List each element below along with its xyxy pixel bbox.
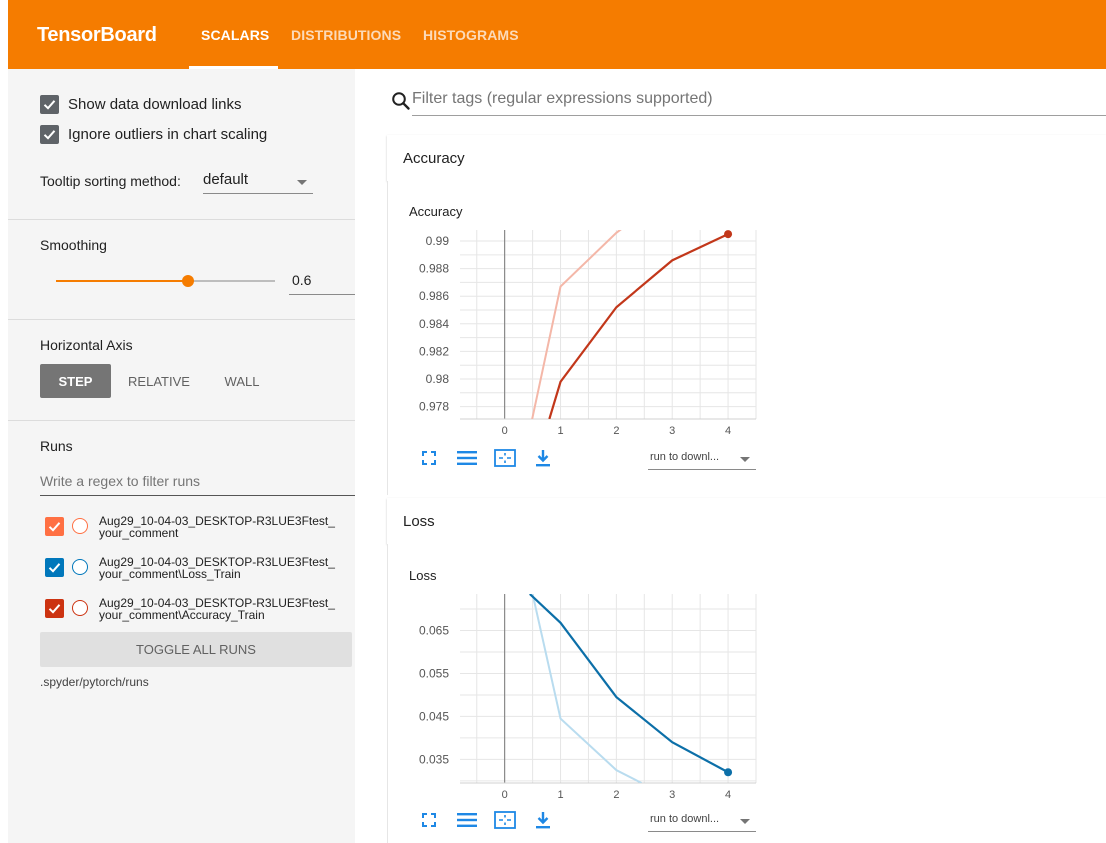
- run-download-select[interactable]: run to downl...: [648, 810, 756, 832]
- download-icon[interactable]: [530, 447, 556, 469]
- raw-series-line: [531, 230, 622, 419]
- run-label-line: your_comment\Loss_Train: [99, 567, 241, 581]
- raw-series-line: [531, 594, 642, 783]
- run-label-line: your_comment\Accuracy_Train: [99, 608, 265, 622]
- x-tick-label: 2: [613, 425, 619, 437]
- smoothing-slider-track[interactable]: [188, 280, 275, 282]
- run-download-select-value: run to downl...: [650, 813, 720, 825]
- data-table-icon[interactable]: [454, 809, 480, 831]
- app-title: TensorBoard: [37, 24, 157, 46]
- data-table-icon[interactable]: [454, 447, 480, 469]
- chart-title-accuracy: Accuracy: [409, 204, 463, 219]
- x-tick-label: 4: [725, 789, 731, 801]
- x-tick-label: 2: [613, 789, 619, 801]
- run-label: Aug29_10-04-03_DESKTOP-R3LUE3Ftest_ your…: [99, 556, 369, 580]
- fit-domain-icon[interactable]: [492, 809, 518, 831]
- checkbox-checked-icon[interactable]: [40, 95, 59, 114]
- last-point-marker: [724, 230, 733, 239]
- y-tick-label: 0.986: [419, 289, 449, 303]
- card-header-loss[interactable]: Loss: [387, 498, 1106, 544]
- runs-filter-input[interactable]: Write a regex to filter runs: [40, 467, 355, 496]
- smoothed-series-line: [529, 594, 729, 774]
- fit-domain-icon[interactable]: [492, 447, 518, 469]
- tab-scalars[interactable]: SCALARS: [201, 27, 269, 43]
- y-tick-label: 0.984: [419, 317, 449, 331]
- run-color-picker[interactable]: [72, 559, 88, 575]
- x-tick-label: 1: [557, 789, 563, 801]
- y-tick-label: 0.035: [419, 752, 449, 766]
- run-checkbox[interactable]: [45, 558, 64, 577]
- run-checkbox[interactable]: [45, 599, 64, 618]
- y-tick-label: 0.98: [426, 372, 450, 386]
- top-app-bar: TensorBoard SCALARS DISTRIBUTIONS HISTOG…: [8, 0, 1106, 69]
- search-icon: [391, 91, 411, 116]
- run-download-select[interactable]: run to downl...: [648, 448, 756, 470]
- y-tick-label: 0.988: [419, 262, 449, 276]
- chart-toolbar: [416, 447, 568, 469]
- run-label: Aug29_10-04-03_DESKTOP-R3LUE3Ftest_ your…: [99, 597, 369, 621]
- toggle-all-runs-button[interactable]: TOGGLE ALL RUNS: [40, 632, 352, 667]
- y-tick-label: 0.065: [419, 624, 449, 638]
- dropdown-caret-icon: [740, 457, 750, 462]
- y-tick-label: 0.055: [419, 666, 449, 680]
- show-download-links-option[interactable]: Show data download links: [40, 95, 241, 114]
- last-point-marker: [724, 768, 733, 777]
- loss-chart[interactable]: 0.065 0.055 0.045 0.035 0 1 2 3 4: [400, 590, 762, 808]
- tab-distributions[interactable]: DISTRIBUTIONS: [291, 27, 401, 43]
- run-item[interactable]: Aug29_10-04-03_DESKTOP-R3LUE3Ftest_ your…: [45, 556, 369, 580]
- ignore-outliers-option[interactable]: Ignore outliers in chart scaling: [40, 125, 267, 144]
- filter-tags-input[interactable]: Filter tags (regular expressions support…: [412, 90, 1106, 116]
- chart-toolbar: [416, 809, 568, 831]
- x-tick-label: 3: [669, 789, 675, 801]
- sidebar: Show data download links Ignore outliers…: [8, 69, 355, 843]
- divider: [8, 319, 355, 320]
- run-color-picker[interactable]: [72, 600, 88, 616]
- download-icon[interactable]: [530, 809, 556, 831]
- run-color-picker[interactable]: [72, 518, 88, 534]
- tab-histograms[interactable]: HISTOGRAMS: [423, 27, 519, 43]
- smoothing-value-input[interactable]: 0.6: [289, 265, 355, 295]
- tooltip-sorting-label: Tooltip sorting method:: [40, 173, 181, 189]
- y-tick-label: 0.99: [426, 234, 450, 248]
- x-tick-label: 0: [502, 789, 508, 801]
- y-tick-label: 0.045: [419, 709, 449, 723]
- smoothing-slider-handle[interactable]: [182, 275, 194, 287]
- chart-title-loss: Loss: [409, 568, 437, 583]
- fullscreen-icon[interactable]: [416, 809, 442, 831]
- tooltip-sorting-value: default: [203, 171, 249, 188]
- runs-path: .spyder/pytorch/runs: [40, 675, 149, 689]
- divider: [8, 219, 355, 220]
- x-tick-label: 4: [725, 425, 731, 437]
- accuracy-chart[interactable]: 0.99 0.988 0.986 0.984 0.982 0.98 0.978 0 1 2 3 4: [400, 226, 762, 444]
- fullscreen-icon[interactable]: [416, 447, 442, 469]
- dropdown-caret-icon: [740, 819, 750, 824]
- run-download-select-value: run to downl...: [650, 451, 720, 463]
- axis-wall-button[interactable]: WALL: [209, 364, 275, 398]
- run-item[interactable]: Aug29_10-04-03_DESKTOP-R3LUE3Ftest_ your…: [45, 597, 369, 621]
- card-header-accuracy[interactable]: Accuracy: [387, 135, 1106, 181]
- ignore-outliers-label: Ignore outliers in chart scaling: [68, 126, 268, 143]
- smoothing-title: Smoothing: [40, 237, 107, 253]
- run-item[interactable]: Aug29_10-04-03_DESKTOP-R3LUE3Ftest_ your…: [45, 515, 369, 539]
- checkbox-checked-icon[interactable]: [40, 125, 59, 144]
- x-tick-label: 3: [669, 425, 675, 437]
- runs-title: Runs: [40, 438, 73, 454]
- y-tick-label: 0.982: [419, 344, 449, 358]
- divider: [8, 420, 355, 421]
- y-tick-label: 0.978: [419, 400, 449, 414]
- horizontal-axis-title: Horizontal Axis: [40, 337, 133, 353]
- run-label-line: your_comment: [99, 526, 179, 540]
- tooltip-sorting-select[interactable]: default: [203, 168, 313, 194]
- x-tick-label: 1: [557, 425, 563, 437]
- smoothed-series-line: [548, 233, 729, 419]
- run-label: Aug29_10-04-03_DESKTOP-R3LUE3Ftest_ your…: [99, 515, 369, 539]
- x-tick-label: 0: [502, 425, 508, 437]
- axis-step-button[interactable]: STEP: [40, 364, 111, 398]
- axis-relative-button[interactable]: RELATIVE: [119, 364, 199, 398]
- show-download-links-label: Show data download links: [68, 96, 242, 113]
- smoothing-slider-fill[interactable]: [56, 280, 188, 282]
- run-checkbox[interactable]: [45, 517, 64, 536]
- dropdown-caret-icon: [297, 180, 307, 185]
